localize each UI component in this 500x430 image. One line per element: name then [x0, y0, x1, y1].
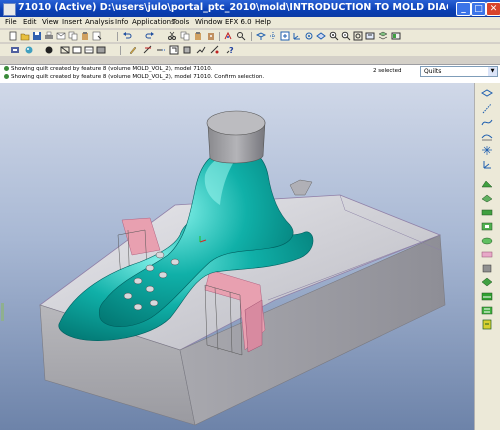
plane-display-icon[interactable] [256, 31, 266, 41]
menu-help[interactable]: Help [255, 18, 271, 26]
model-view [39, 110, 446, 426]
chevron-down-icon[interactable]: ▼ [488, 67, 497, 76]
info-message-icon [4, 74, 9, 79]
maximize-button[interactable]: □ [471, 2, 486, 16]
trim-icon[interactable] [143, 45, 153, 55]
menu-edit[interactable]: Edit [23, 18, 37, 26]
cavity-icon[interactable] [481, 221, 493, 232]
graphics-window[interactable] [0, 83, 474, 430]
sketch-icon[interactable] [128, 45, 138, 55]
menu-tools[interactable]: Tools [172, 18, 189, 26]
curve-tool-icon[interactable] [481, 117, 493, 128]
point-display-icon[interactable] [280, 31, 290, 41]
window-title: 71010 (Active) D:\users\julo\portal_ptc_… [18, 2, 448, 13]
message-line-1: Showing quilt created by feature 8 (volu… [11, 66, 213, 72]
menu-file[interactable]: File [5, 18, 17, 26]
menu-window[interactable]: Window [195, 18, 223, 26]
regenerate-icon[interactable] [223, 31, 233, 41]
menu-analysis[interactable]: Analysis [85, 18, 114, 26]
undo-icon[interactable] [122, 31, 132, 41]
no-hidden-icon[interactable] [84, 45, 94, 55]
split-icon[interactable] [481, 207, 493, 218]
mold-volume-icon[interactable] [481, 179, 493, 190]
extend-icon[interactable] [156, 45, 166, 55]
merge-icon[interactable] [196, 45, 206, 55]
paste-special-icon[interactable] [206, 31, 216, 41]
app-icon [3, 3, 16, 16]
csys-tool-icon[interactable] [481, 159, 493, 170]
cut-icon[interactable] [167, 31, 177, 41]
new-file-icon[interactable] [8, 31, 18, 41]
refit-icon[interactable] [353, 31, 363, 41]
minimize-button[interactable]: _ [456, 2, 471, 16]
shading-icon[interactable] [44, 45, 54, 55]
selection-count: 2 selected [373, 68, 402, 74]
copy-icon[interactable] [180, 31, 190, 41]
layers-icon[interactable] [378, 31, 388, 41]
shaded-icon[interactable] [96, 45, 106, 55]
runner-icon[interactable] [481, 249, 493, 260]
splitter-handle[interactable] [1, 303, 4, 321]
spin-center-icon[interactable] [304, 31, 314, 41]
thickness-check-icon[interactable] [481, 305, 493, 316]
extract-icon[interactable] [481, 235, 493, 246]
message-line-2: Showing quilt created by feature 8 (volu… [11, 74, 265, 80]
mold-opening-icon[interactable] [481, 319, 493, 330]
view-manager-icon[interactable] [391, 31, 401, 41]
menu-info[interactable]: Info [115, 18, 128, 26]
part-cylinder-top [206, 110, 266, 136]
message-area: Showing quilt created by feature 8 (volu… [0, 64, 500, 84]
offset-icon[interactable] [169, 45, 179, 55]
zoom-in-icon[interactable] [329, 31, 339, 41]
email-icon[interactable] [56, 31, 66, 41]
menu-view[interactable]: View [42, 18, 59, 26]
close-button[interactable]: ✕ [486, 2, 500, 16]
point-tool-icon[interactable] [481, 145, 493, 156]
draft-check-icon[interactable] [481, 291, 493, 302]
title-bar: 71010 (Active) D:\users\julo\portal_ptc_… [0, 0, 500, 17]
copy-icon[interactable] [68, 31, 78, 41]
print-icon[interactable] [44, 31, 54, 41]
paste-icon[interactable] [193, 31, 203, 41]
appearance-icon[interactable] [24, 45, 34, 55]
menu-bar: File Edit View Insert Analysis Info Appl… [0, 17, 500, 28]
mold-layout-icon[interactable] [10, 45, 20, 55]
svg-text:?: ? [229, 46, 234, 55]
parting-surface-icon[interactable] [481, 193, 493, 204]
menu-efx[interactable]: EFX 6.0 [225, 18, 252, 26]
plane-tool-icon[interactable] [481, 89, 493, 100]
reorient-icon[interactable] [316, 31, 326, 41]
redo-icon[interactable] [145, 31, 155, 41]
wireframe-icon[interactable] [60, 45, 70, 55]
help-icon[interactable]: ? [225, 45, 235, 55]
find-icon[interactable] [236, 31, 246, 41]
hidden-line-icon[interactable] [72, 45, 82, 55]
zoom-out-icon[interactable] [341, 31, 351, 41]
menu-applications[interactable]: Applications [132, 18, 175, 26]
csys-display-icon[interactable] [292, 31, 302, 41]
thicken-icon[interactable] [182, 45, 192, 55]
sketch-tool-icon[interactable] [481, 131, 493, 142]
print-preview-icon[interactable] [92, 31, 102, 41]
right-toolbar [474, 83, 500, 430]
axis-display-icon[interactable] [268, 31, 278, 41]
info-icon[interactable] [210, 45, 220, 55]
gate-icon[interactable] [481, 263, 493, 274]
menu-insert[interactable]: Insert [62, 18, 82, 26]
toolbar-main [0, 30, 500, 42]
selection-filter-value: Quilts [424, 68, 442, 75]
toolbar-secondary: ? [0, 44, 500, 56]
waterline-icon[interactable] [481, 277, 493, 288]
saved-views-icon[interactable] [365, 31, 375, 41]
paste-icon[interactable] [80, 31, 90, 41]
save-icon[interactable] [32, 31, 42, 41]
info-message-icon [4, 66, 9, 71]
open-folder-icon[interactable] [20, 31, 30, 41]
selection-filter-dropdown[interactable]: Quilts ▼ [420, 66, 498, 77]
axis-tool-icon[interactable] [481, 103, 493, 114]
